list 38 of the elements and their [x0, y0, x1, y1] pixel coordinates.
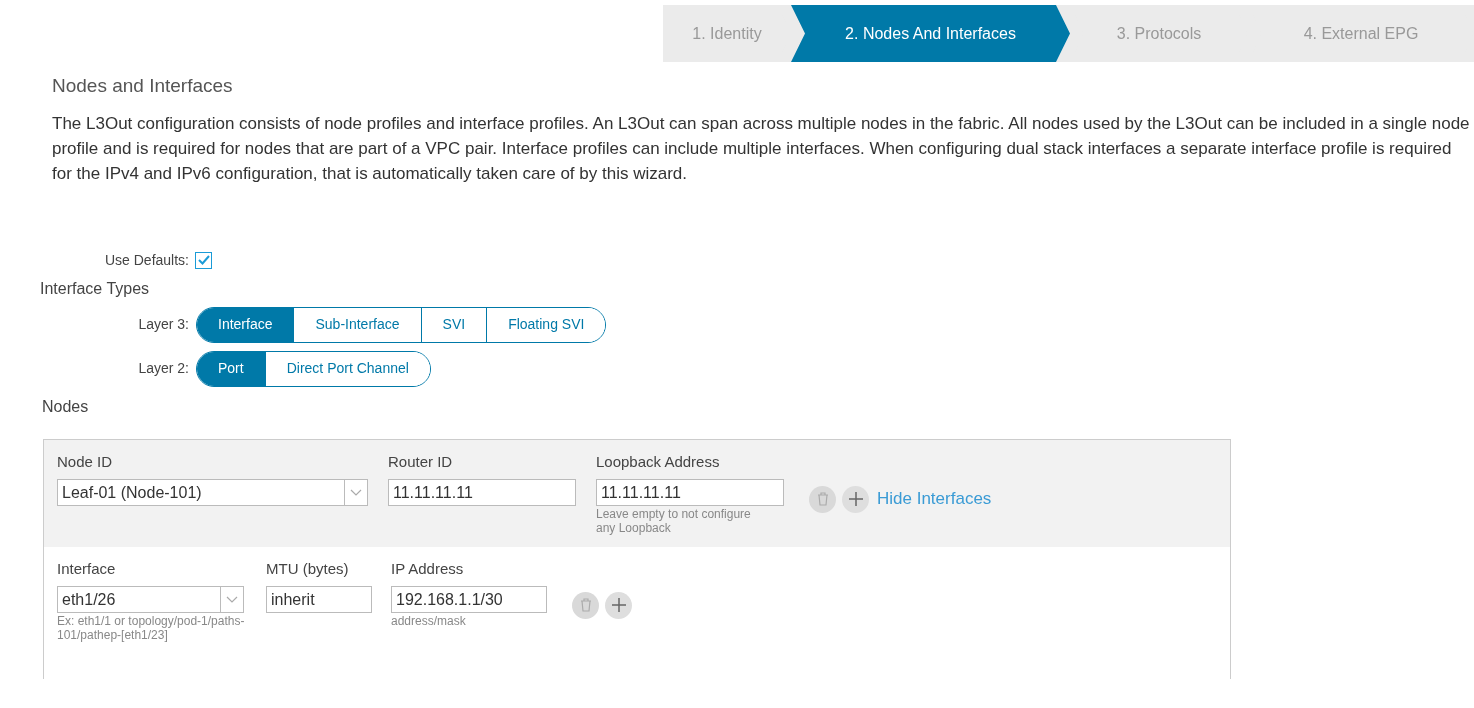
- hide-interfaces-link[interactable]: Hide Interfaces: [877, 486, 992, 512]
- nodes-title: Nodes: [42, 396, 89, 417]
- segment-option[interactable]: Port: [197, 351, 265, 386]
- layer-label: Layer 2:: [137, 359, 189, 378]
- add-button[interactable]: [842, 485, 869, 513]
- segment-option[interactable]: Floating SVI: [486, 307, 606, 342]
- trash-icon: [816, 492, 829, 506]
- checkbox[interactable]: [195, 251, 212, 269]
- input-field[interactable]: 11.11.11.11: [388, 479, 576, 506]
- interface-types-title: Interface Types: [40, 278, 150, 299]
- field-label: IP Address: [391, 558, 465, 579]
- input-field[interactable]: 11.11.11.11: [596, 479, 784, 506]
- use-defaults-label: Use Defaults:: [103, 250, 189, 270]
- check-icon: [197, 255, 210, 265]
- input-field[interactable]: inherit: [266, 586, 372, 613]
- dropdown[interactable]: Leaf-01 (Node-101): [57, 479, 368, 506]
- segment-option[interactable]: Interface: [197, 307, 294, 342]
- field-label: Interface: [57, 558, 117, 579]
- plus-icon: [847, 491, 864, 507]
- input-field[interactable]: 192.168.1.1/30: [391, 586, 547, 613]
- add-button[interactable]: [605, 591, 632, 619]
- help-text: address/mask: [391, 614, 467, 628]
- chevron-down-icon: [226, 596, 238, 603]
- wizard-step[interactable]: 2. Nodes And Interfaces: [791, 5, 1070, 62]
- section-description: The L3Out configuration consists of node profiles and interface profiles. An L3Out can span across multiple nodes in the fabric. All nodes used by the L3Out can be included in a single node profile and is required for nodes that are part of a VPC pair. Interface profiles can include multiple interfaces. When configuring dual stack interfaces a separate interface profile is required for the IPv4 and IPv6 configuration, that is automatically taken care of by this wizard.: [52, 112, 1471, 185]
- field-label: MTU (bytes): [266, 558, 350, 579]
- trash-icon: [579, 598, 592, 612]
- segment-option[interactable]: Direct Port Channel: [264, 351, 430, 386]
- section-title: Nodes and Interfaces: [52, 74, 234, 98]
- plus-icon: [610, 597, 627, 613]
- help-text: Ex: eth1/1 or topology/pod-1/paths-101/pathep-[eth1/23]: [57, 614, 246, 642]
- layer-label: Layer 3:: [137, 315, 189, 334]
- chevron-down-icon: [350, 489, 362, 496]
- field-label: Router ID: [388, 451, 454, 472]
- field-label: Node ID: [57, 451, 114, 472]
- field-label: Loopback Address: [596, 451, 721, 472]
- dropdown[interactable]: eth1/26: [57, 586, 244, 613]
- help-text: Leave empty to not configure any Loopback: [596, 507, 752, 535]
